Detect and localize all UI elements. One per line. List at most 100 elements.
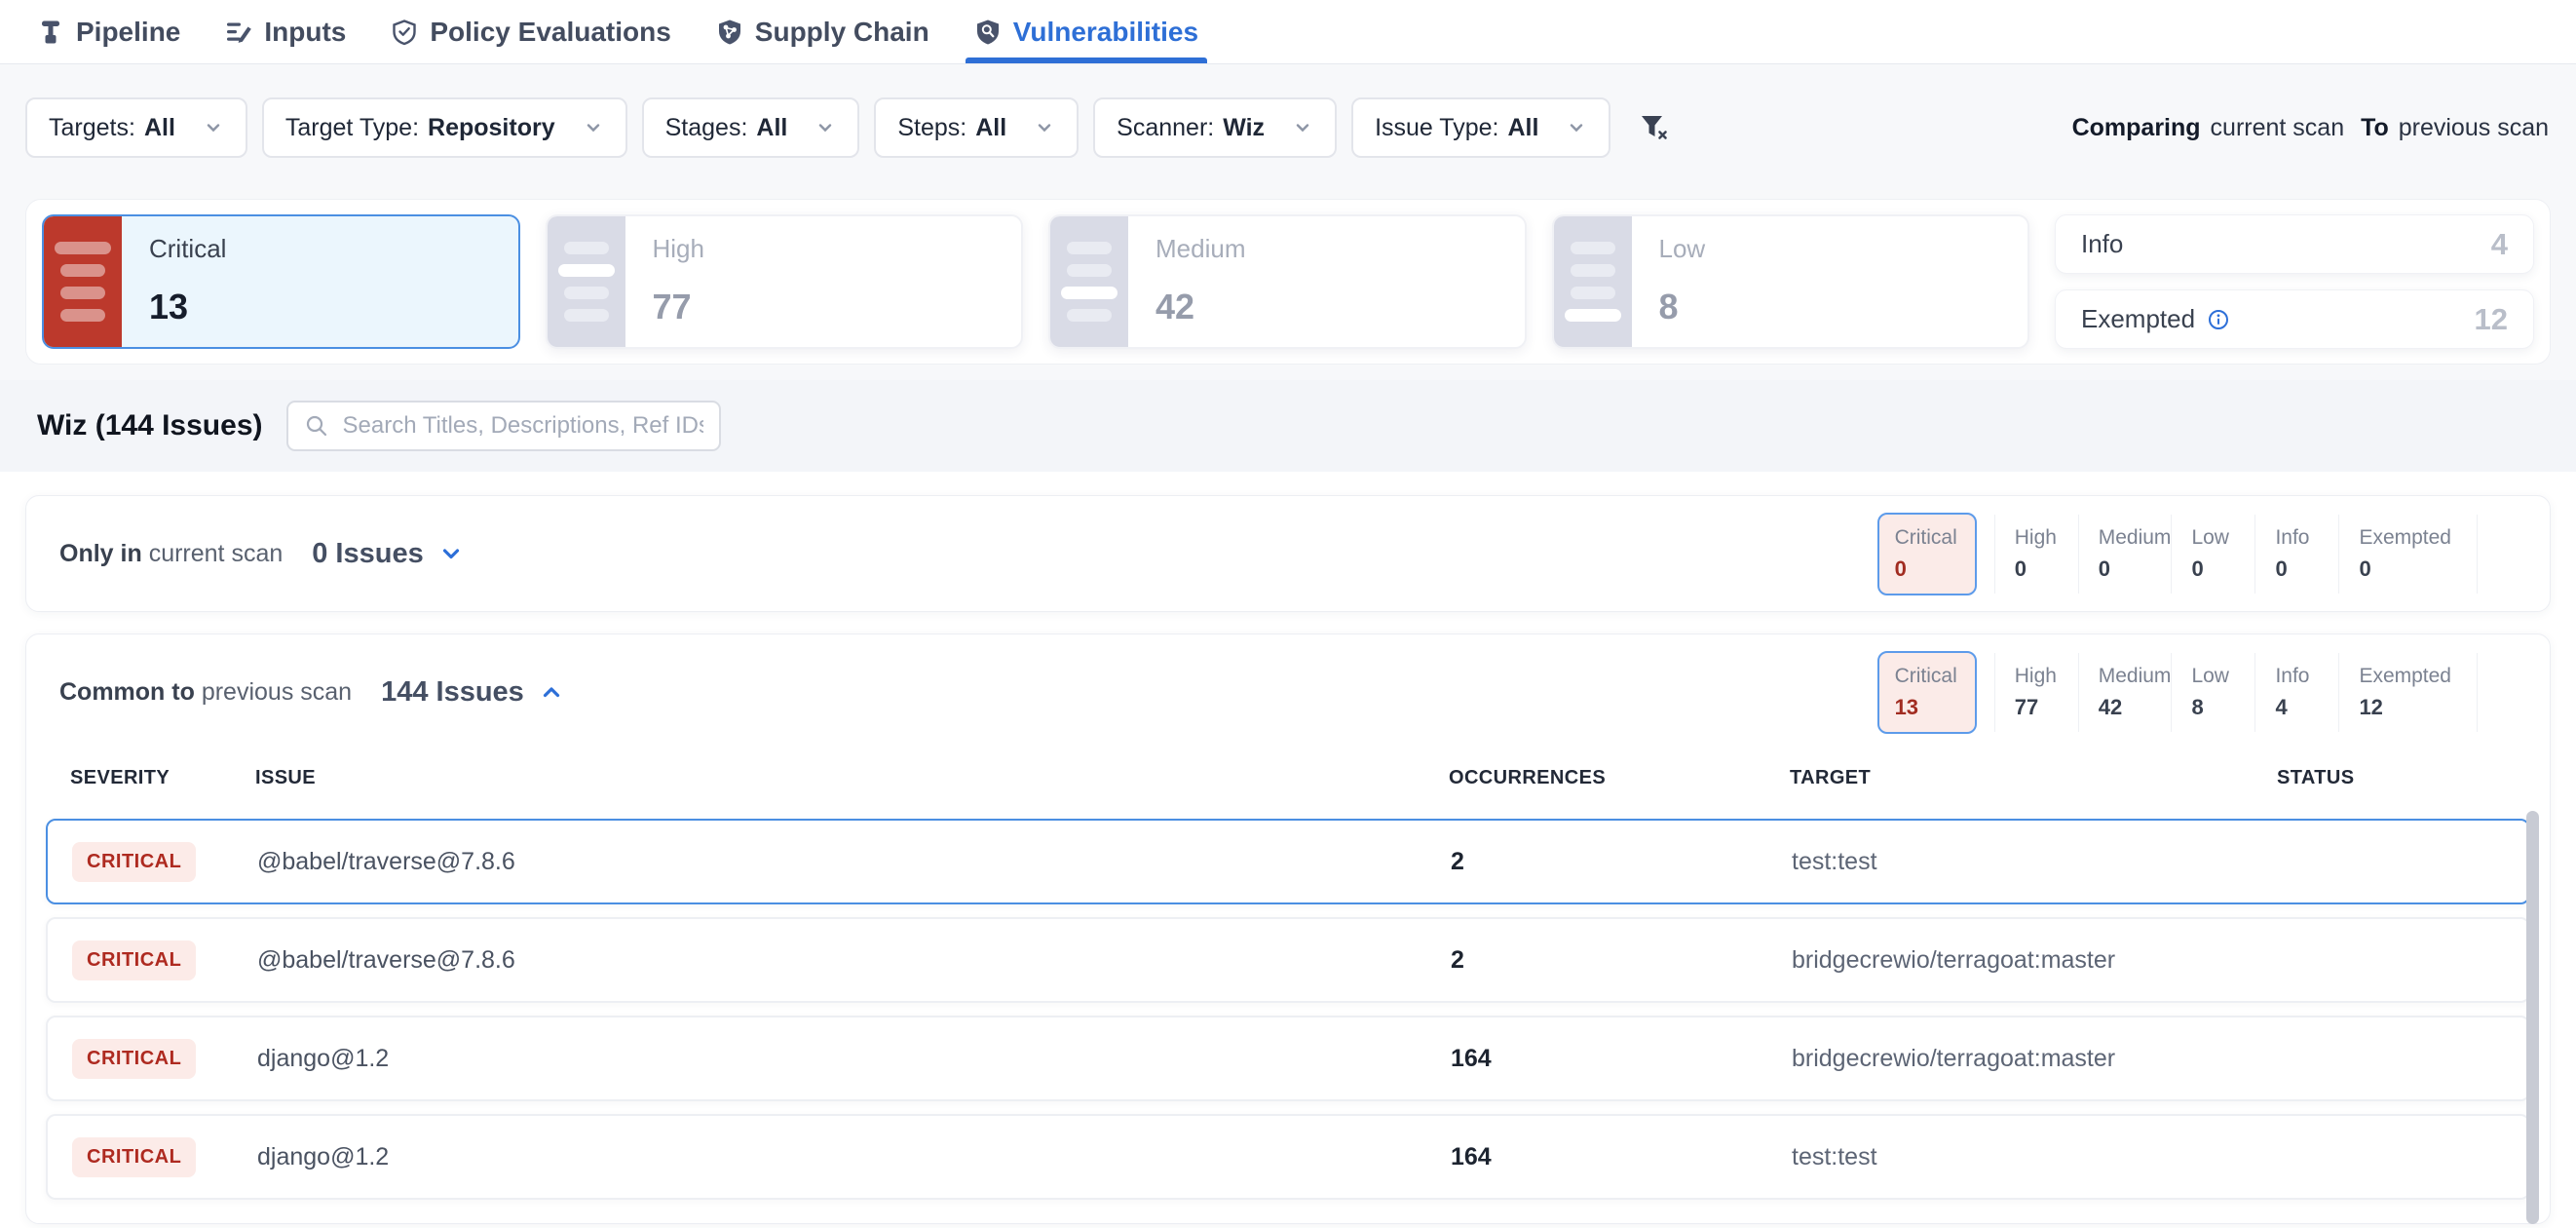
shield-network-icon [716, 19, 743, 46]
severity-chips: Critical0 High0 Medium0 Low0 Info0 Exemp… [1877, 513, 2478, 595]
issue-cell: @babel/traverse@7.8.6 [257, 946, 1451, 975]
chevron-down-icon [1566, 117, 1587, 138]
severity-card-high[interactable]: High 77 [546, 214, 1024, 349]
section-count-toggle[interactable]: 0 Issues [312, 538, 463, 570]
severity-card-label: Low [1659, 234, 1706, 264]
issue-cell: django@1.2 [257, 1143, 1451, 1171]
filter-label: Target Type: [285, 114, 419, 142]
severity-bars-icon [44, 216, 122, 347]
filters-and-summary-section: Targets: All Target Type: Repository Stage… [0, 64, 2576, 380]
filter-value: All [1507, 114, 1538, 142]
severity-bars-icon [1554, 216, 1632, 347]
tab-pipeline[interactable]: Pipeline [34, 0, 183, 63]
severity-chip-info[interactable]: Info0 [2254, 515, 2338, 594]
severity-chip-low[interactable]: Low0 [2171, 515, 2254, 594]
filter-label: Scanner: [1117, 114, 1214, 142]
filter-target-type[interactable]: Target Type: Repository [262, 97, 627, 158]
severity-card-label: Exempted [2081, 304, 2195, 334]
severity-card-exempted[interactable]: Exempted 12 [2055, 289, 2534, 349]
severity-chips: Critical13 High77 Medium42 Low8 Info4 Ex… [1877, 651, 2478, 734]
severity-chip-info[interactable]: Info4 [2254, 653, 2338, 732]
filter-steps[interactable]: Steps: All [874, 97, 1079, 158]
severity-chip-high[interactable]: High77 [1994, 653, 2078, 732]
vertical-scrollbar[interactable] [2526, 811, 2539, 1224]
chevron-up-icon [539, 679, 564, 705]
chevron-down-icon [1034, 117, 1055, 138]
chevron-down-icon [814, 117, 836, 138]
filter-value: All [144, 114, 175, 142]
tab-bar: Pipeline Inputs Policy Evaluations Suppl… [0, 0, 2576, 64]
severity-chip-exempted[interactable]: Exempted12 [2338, 653, 2478, 732]
inputs-icon [225, 19, 252, 46]
severity-card-value: 8 [1659, 287, 1706, 327]
target-cell: bridgecrewio/terragoat:master [1792, 1045, 2279, 1073]
column-header-status: STATUS [2277, 767, 2506, 789]
tab-label: Policy Evaluations [430, 17, 670, 48]
table-row[interactable]: CRITICAL django@1.2 164 bridgecrewio/ter… [46, 1016, 2530, 1101]
filter-value: All [975, 114, 1006, 142]
tab-supply-chain[interactable]: Supply Chain [713, 0, 932, 63]
severity-chip-high[interactable]: High0 [1994, 515, 2078, 594]
column-header-target: TARGET [1790, 767, 2277, 789]
severity-chip-medium[interactable]: Medium42 [2078, 653, 2172, 732]
info-icon[interactable] [2207, 308, 2230, 331]
section-count-toggle[interactable]: 144 Issues [381, 676, 564, 709]
severity-card-label: Critical [149, 234, 226, 264]
severity-card-value: 12 [2475, 302, 2508, 337]
search-input[interactable] [343, 412, 703, 440]
occurrences-cell: 2 [1451, 946, 1792, 975]
severity-chip-medium[interactable]: Medium0 [2078, 515, 2172, 594]
severity-card-low[interactable]: Low 8 [1552, 214, 2030, 349]
tab-inputs[interactable]: Inputs [222, 0, 349, 63]
severity-card-medium[interactable]: Medium 42 [1048, 214, 1527, 349]
shield-search-icon [974, 19, 1002, 46]
table-row[interactable]: CRITICAL @babel/traverse@7.8.6 2 test:te… [46, 819, 2530, 904]
severity-card-label: High [653, 234, 704, 264]
chevron-down-icon [203, 117, 224, 138]
table-row[interactable]: CRITICAL @babel/traverse@7.8.6 2 bridgec… [46, 917, 2530, 1003]
tab-label: Vulnerabilities [1013, 17, 1198, 48]
issue-cell: @babel/traverse@7.8.6 [257, 848, 1451, 876]
section-label: Only in current scan [59, 540, 283, 568]
chevron-down-icon [583, 117, 604, 138]
filter-label: Targets: [49, 114, 135, 142]
table-row[interactable]: CRITICAL django@1.2 164 test:test [46, 1114, 2530, 1200]
target-cell: test:test [1792, 1143, 2279, 1171]
severity-chip-exempted[interactable]: Exempted0 [2338, 515, 2478, 594]
filter-scanner[interactable]: Scanner: Wiz [1093, 97, 1337, 158]
filter-issue-type[interactable]: Issue Type: All [1351, 97, 1610, 158]
severity-bars-icon [548, 216, 625, 347]
severity-chip-critical[interactable]: Critical13 [1877, 651, 1977, 734]
chevron-down-icon [438, 541, 464, 566]
tab-label: Pipeline [76, 17, 180, 48]
tab-vulnerabilities[interactable]: Vulnerabilities [971, 0, 1201, 63]
severity-card-critical[interactable]: Critical 13 [42, 214, 520, 349]
filter-clear-icon[interactable] [1637, 111, 1670, 144]
column-header-occurrences: OCCURRENCES [1449, 767, 1790, 789]
severity-chip-low[interactable]: Low8 [2171, 653, 2254, 732]
severity-card-info[interactable]: Info 4 [2055, 214, 2534, 274]
filter-value: Wiz [1223, 114, 1265, 142]
filter-value: Repository [428, 114, 555, 142]
filter-label: Stages: [665, 114, 748, 142]
filter-label: Steps: [897, 114, 966, 142]
column-header-issue: ISSUE [255, 767, 1449, 789]
shield-check-icon [391, 19, 418, 46]
issue-cell: django@1.2 [257, 1045, 1451, 1073]
filter-stages[interactable]: Stages: All [642, 97, 860, 158]
scanner-title: Wiz (144 Issues) [37, 409, 263, 442]
severity-bars-icon [1050, 216, 1128, 347]
severity-card-value: 77 [653, 287, 704, 327]
tab-policy-evaluations[interactable]: Policy Evaluations [388, 0, 673, 63]
search-box[interactable] [286, 401, 721, 451]
severity-chip-critical[interactable]: Critical0 [1877, 513, 1977, 595]
severity-card-label: Info [2081, 229, 2123, 259]
severity-card-value: 4 [2491, 227, 2508, 262]
chevron-down-icon [1292, 117, 1313, 138]
active-tab-underline [966, 58, 1207, 63]
filter-value: All [756, 114, 787, 142]
section-label: Common to previous scan [59, 678, 352, 707]
filter-targets[interactable]: Targets: All [25, 97, 247, 158]
filter-label: Issue Type: [1375, 114, 1498, 142]
comparison-results: Only in current scan 0 Issues Critical0 … [0, 472, 2576, 1224]
